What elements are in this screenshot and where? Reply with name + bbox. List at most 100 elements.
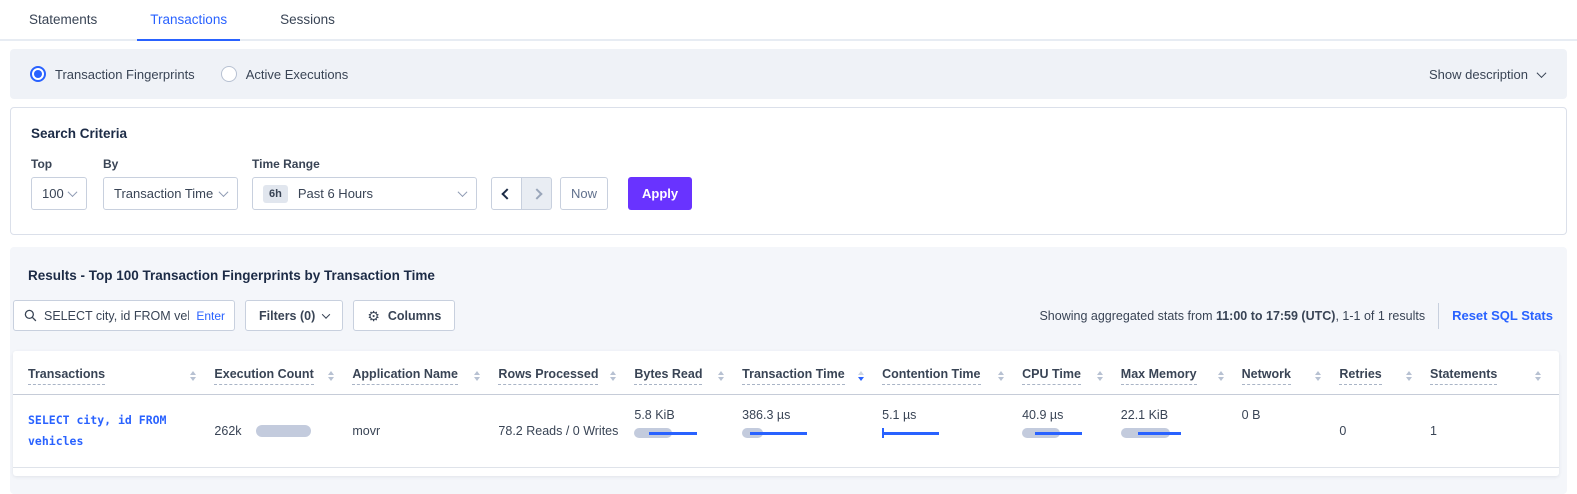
- search-criteria-controls: Top 100 By Transaction Time Time Range 6…: [31, 157, 1546, 210]
- time-range-label: Time Range: [252, 157, 477, 171]
- by-label: By: [103, 157, 238, 171]
- sort-icon-active-desc[interactable]: [858, 371, 864, 381]
- chevron-down-icon: [322, 310, 330, 318]
- search-icon: [24, 309, 37, 322]
- radio-transaction-fingerprints-label: Transaction Fingerprints: [55, 67, 195, 82]
- aggregated-stats-note: Showing aggregated stats from 11:00 to 1…: [1039, 309, 1425, 323]
- transaction-time-bar: [742, 428, 806, 438]
- show-description-label: Show description: [1429, 67, 1528, 82]
- column-header-bytes-read[interactable]: Bytes Read: [634, 367, 702, 385]
- search-enter-hint[interactable]: Enter: [196, 309, 225, 323]
- tab-statements[interactable]: Statements: [16, 0, 110, 41]
- stats-time-range: 11:00 to 17:59 (UTC): [1216, 309, 1335, 323]
- statements-count-value: 1: [1430, 395, 1559, 468]
- sort-icon[interactable]: [1315, 371, 1321, 381]
- application-name-value: movr: [352, 395, 498, 468]
- radio-active-executions[interactable]: Active Executions: [221, 66, 349, 82]
- transactions-table-card: Transactions Execution Count Application…: [13, 351, 1559, 476]
- column-header-execution-count[interactable]: Execution Count: [214, 367, 313, 385]
- page-tabbar: Statements Transactions Sessions: [0, 0, 1577, 41]
- column-header-statements[interactable]: Statements: [1430, 367, 1497, 385]
- tab-statements-label: Statements: [29, 12, 97, 27]
- time-range-badge: 6h: [263, 185, 288, 203]
- time-range-select[interactable]: 6h Past 6 Hours: [252, 177, 477, 210]
- sort-icon[interactable]: [610, 371, 616, 381]
- tab-sessions[interactable]: Sessions: [267, 0, 348, 41]
- top-select-value: 100: [42, 186, 64, 201]
- chevron-down-icon: [68, 187, 78, 197]
- by-select[interactable]: Transaction Time: [103, 177, 238, 210]
- column-header-application-name[interactable]: Application Name: [352, 367, 458, 385]
- max-memory-value: 22.1 KiB: [1121, 408, 1226, 422]
- reset-sql-stats-link[interactable]: Reset SQL Stats: [1452, 308, 1553, 323]
- table-header-row: Transactions Execution Count Application…: [13, 351, 1559, 395]
- next-time-range-button[interactable]: [521, 177, 552, 210]
- sort-icon[interactable]: [474, 371, 480, 381]
- results-heading: Results - Top 100 Transaction Fingerprin…: [28, 268, 1559, 283]
- sort-icon[interactable]: [190, 371, 196, 381]
- columns-button[interactable]: ⚙ Columns: [353, 300, 455, 331]
- sort-icon[interactable]: [998, 371, 1004, 381]
- chevron-down-icon: [458, 187, 468, 197]
- cpu-time-bar: [1022, 428, 1086, 438]
- search-criteria-card: Search Criteria Top 100 By Transaction T…: [10, 107, 1567, 235]
- time-range-group: Time Range 6h Past 6 Hours: [252, 157, 477, 210]
- tab-transactions-label: Transactions: [150, 12, 227, 27]
- sort-icon[interactable]: [718, 371, 724, 381]
- show-description-toggle[interactable]: Show description: [1429, 67, 1545, 82]
- sort-icon[interactable]: [328, 371, 334, 381]
- time-range-value: Past 6 Hours: [298, 186, 373, 201]
- column-header-transactions[interactable]: Transactions: [28, 367, 105, 385]
- previous-time-range-button[interactable]: [491, 177, 522, 210]
- sort-icon[interactable]: [1097, 371, 1103, 381]
- statement-search-box[interactable]: Enter: [13, 300, 235, 331]
- column-header-transaction-time[interactable]: Transaction Time: [742, 367, 845, 385]
- column-header-max-memory[interactable]: Max Memory: [1121, 367, 1197, 385]
- table-row: SELECT city, id FROM vehicles 262k movr …: [13, 395, 1559, 468]
- filters-button-label: Filters (0): [259, 309, 315, 323]
- bytes-read-value: 5.8 KiB: [634, 408, 726, 422]
- execution-count-bar: [256, 425, 311, 437]
- radio-unselected-icon[interactable]: [221, 66, 237, 82]
- chevron-down-icon: [1537, 68, 1547, 78]
- chevron-left-icon: [501, 188, 512, 199]
- rows-processed-value: 78.2 Reads / 0 Writes: [498, 395, 634, 468]
- filters-button[interactable]: Filters (0): [245, 300, 343, 331]
- now-button-label: Now: [571, 186, 597, 201]
- radio-selected-icon[interactable]: [30, 66, 46, 82]
- column-header-rows-processed[interactable]: Rows Processed: [498, 367, 598, 385]
- column-header-retries[interactable]: Retries: [1339, 367, 1381, 385]
- gear-icon: ⚙: [367, 309, 380, 323]
- sort-icon[interactable]: [1406, 371, 1412, 381]
- top-label: Top: [31, 157, 87, 171]
- transactions-table: Transactions Execution Count Application…: [13, 351, 1559, 468]
- column-header-cpu-time[interactable]: CPU Time: [1022, 367, 1081, 385]
- view-toggle-band: Transaction Fingerprints Active Executio…: [10, 49, 1567, 99]
- results-section: Results - Top 100 Transaction Fingerprin…: [10, 247, 1567, 494]
- contention-time-bar: [882, 428, 946, 438]
- tab-sessions-label: Sessions: [280, 12, 335, 27]
- column-header-network[interactable]: Network: [1242, 367, 1291, 385]
- radio-transaction-fingerprints[interactable]: Transaction Fingerprints: [30, 66, 195, 82]
- tab-transactions[interactable]: Transactions: [137, 0, 240, 41]
- transaction-time-value: 386.3 µs: [742, 408, 866, 422]
- execution-count-value: 262k: [214, 424, 241, 438]
- results-controls: Enter Filters (0) ⚙ Columns Showing aggr…: [13, 300, 1559, 331]
- sort-icon[interactable]: [1535, 371, 1541, 381]
- apply-button[interactable]: Apply: [628, 177, 692, 210]
- column-header-contention-time[interactable]: Contention Time: [882, 367, 980, 385]
- chevron-down-icon: [219, 187, 229, 197]
- transaction-fingerprint-link[interactable]: SELECT city, id FROM vehicles: [28, 413, 166, 448]
- search-input[interactable]: [44, 309, 189, 323]
- bytes-read-bar: [634, 428, 698, 438]
- time-shift-buttons: [491, 177, 552, 210]
- columns-button-label: Columns: [388, 309, 441, 323]
- now-button[interactable]: Now: [560, 177, 608, 210]
- cpu-time-value: 40.9 µs: [1022, 408, 1105, 422]
- network-value: 0 B: [1242, 395, 1340, 468]
- stats-prefix: Showing aggregated stats from: [1039, 309, 1216, 323]
- radio-active-executions-label: Active Executions: [246, 67, 349, 82]
- top-select[interactable]: 100: [31, 177, 87, 210]
- max-memory-bar: [1121, 428, 1185, 438]
- sort-icon[interactable]: [1218, 371, 1224, 381]
